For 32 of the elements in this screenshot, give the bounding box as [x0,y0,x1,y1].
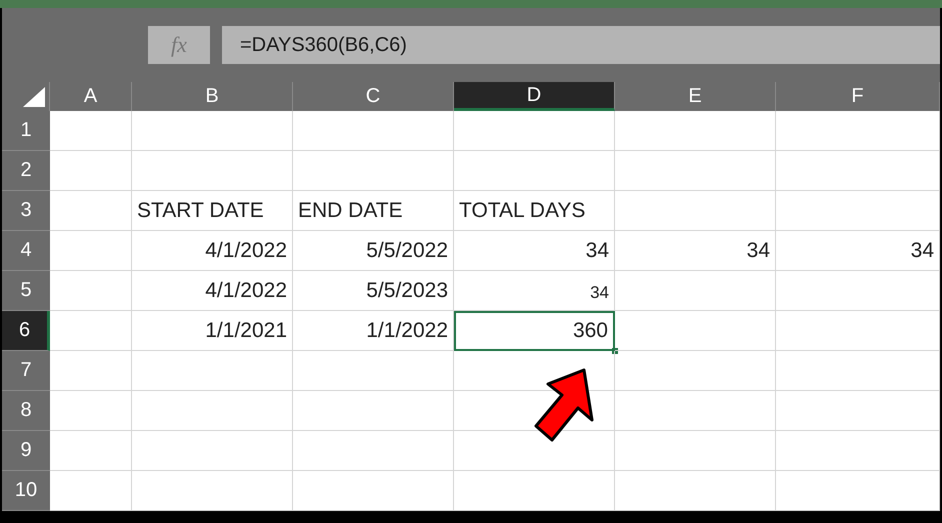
row-header[interactable]: 3 [2,191,50,231]
table-cell: 5/5/2022 [293,231,454,271]
row-header[interactable]: 7 [2,351,50,391]
formula-field[interactable]: =DAYS360(B6,C6) [222,26,940,64]
row-header[interactable]: 10 [2,471,50,511]
table-cell: 5/5/2023 [293,271,454,311]
row-header[interactable]: 6 [2,311,50,351]
table-cell: 34 [454,271,615,311]
table-cell: TOTAL DAYS [454,191,615,231]
column-header[interactable]: C [293,82,454,111]
table-cell: END DATE [293,191,454,231]
row-header[interactable]: 4 [2,231,50,271]
table-cell: 1/1/2022 [293,311,454,351]
column-header[interactable]: D [454,82,615,111]
column-header[interactable]: B [132,82,293,111]
row-header[interactable]: 1 [2,111,50,151]
table-cell: 360 [454,311,615,351]
row-header[interactable]: 5 [2,271,50,311]
column-header[interactable]: E [615,82,776,111]
triangle-icon [23,87,45,107]
row-header[interactable]: 2 [2,151,50,191]
table-cell: 4/1/2022 [132,231,293,271]
column-header[interactable]: F [776,82,940,111]
column-header[interactable]: A [50,82,132,111]
table-cell: 1/1/2021 [132,311,293,351]
table-cell: START DATE [132,191,293,231]
table-cell: 34 [454,231,615,271]
table-cell: 34 [776,231,940,271]
table-cell: 34 [615,231,776,271]
row-header[interactable]: 8 [2,391,50,431]
row-header[interactable]: 9 [2,431,50,471]
table-cell: 4/1/2022 [132,271,293,311]
